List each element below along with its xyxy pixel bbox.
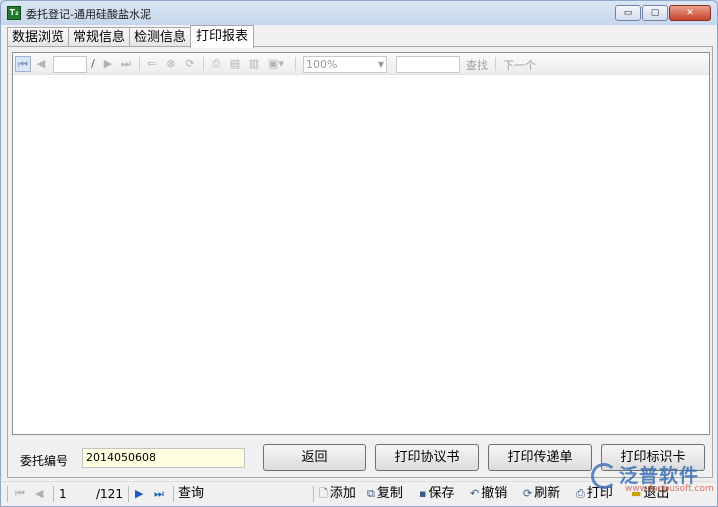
toolbar-divider [495, 57, 496, 71]
entrust-number-field[interactable]: 2014050608 [82, 448, 245, 468]
minimize-button[interactable]: ▭ [615, 5, 641, 21]
tab-data-browse[interactable]: 数据浏览 [7, 27, 70, 48]
close-button[interactable]: ✕ [669, 5, 711, 21]
status-divider [128, 486, 129, 502]
copy-icon: ⧉ [367, 487, 375, 500]
back-arrow-icon[interactable]: ⇐ [144, 56, 160, 72]
find-button[interactable]: 查找 [466, 57, 488, 73]
print-icon[interactable]: ⎙ [208, 56, 224, 72]
stop-icon[interactable]: ⊗ [163, 56, 179, 72]
status-prev-icon[interactable]: ◀ [35, 486, 43, 502]
tab-strip: 数据浏览 常规信息 检测信息 打印报表 [7, 25, 255, 48]
status-total-pages: /121 [96, 487, 123, 501]
print-label: 打印 [586, 486, 613, 501]
tab-print-report[interactable]: 打印报表 [190, 25, 255, 48]
zoom-value: 100% [306, 58, 338, 71]
print-icon: ⎙ [576, 487, 585, 500]
print-button[interactable]: ⎙ 打印 [576, 486, 613, 502]
add-icon: 🗋 [319, 487, 328, 500]
toolbar-divider [203, 57, 204, 71]
copy-label: 复制 [376, 486, 403, 501]
status-first-icon[interactable]: ⏮ [15, 486, 25, 502]
add-button[interactable]: 🗋 添加 [319, 486, 356, 502]
page-separator: / [91, 57, 95, 70]
status-divider [313, 486, 314, 502]
refresh-button[interactable]: ⟳ 刷新 [523, 486, 560, 502]
print-agreement-button[interactable]: 打印协议书 [375, 444, 479, 471]
save-label: 保存 [428, 486, 455, 501]
last-page-icon[interactable]: ⏭ [118, 56, 134, 72]
copy-button[interactable]: ⧉ 复制 [367, 486, 403, 502]
report-page-input[interactable] [53, 56, 87, 73]
window-title: 委托登记-通用硅酸盐水泥 [26, 8, 151, 21]
status-divider [173, 486, 174, 502]
query-button[interactable]: 查询 [178, 486, 204, 502]
save-button[interactable]: ▪ 保存 [419, 486, 454, 502]
print-id-card-button[interactable]: 打印标识卡 [601, 444, 705, 471]
page-setup-icon[interactable]: ▥ [246, 56, 262, 72]
app-logo-icon: T₂ [7, 6, 21, 20]
exit-label: 退出 [643, 486, 670, 501]
exit-button[interactable]: ▬ 退出 [631, 486, 669, 502]
title-bar[interactable]: T₂ 委托登记-通用硅酸盐水泥 ▭ ▢ ✕ [1, 1, 717, 25]
status-bar: ⏮ ◀ 1 /121 ▶ ⏭ 查询 🗋 添加 ⧉ 复制 ▪ 保存 ↶ 撤销 ⟳ 刷新 ⎙ 打… [2, 481, 716, 505]
first-page-icon[interactable]: ⏮ [15, 56, 31, 72]
save-icon: ▪ [419, 487, 427, 500]
find-next-button[interactable]: 下一个 [503, 57, 536, 73]
chevron-down-icon: ▼ [377, 60, 384, 69]
back-button[interactable]: 返回 [263, 444, 366, 471]
print-report-panel: ⏮ ◀ / ▶ ⏭ ⇐ ⊗ ⟳ ⎙ ▤ ▥ ▣▾ 100% ▼ 查找 下一个 委… [7, 46, 713, 478]
toolbar-divider [139, 57, 140, 71]
tab-general-info[interactable]: 常规信息 [68, 27, 131, 48]
refresh-icon: ⟳ [523, 487, 533, 500]
print-transfer-button[interactable]: 打印传递单 [488, 444, 592, 471]
prev-page-icon[interactable]: ◀ [34, 56, 48, 72]
status-next-icon[interactable]: ▶ [135, 486, 143, 502]
status-divider [53, 486, 54, 502]
report-toolbar: ⏮ ◀ / ▶ ⏭ ⇐ ⊗ ⟳ ⎙ ▤ ▥ ▣▾ 100% ▼ 查找 下一个 [13, 53, 709, 75]
toolbar-divider [295, 57, 296, 71]
undo-button[interactable]: ↶ 撤销 [470, 486, 507, 502]
status-divider [7, 486, 8, 502]
entrust-number-label: 委托编号 [20, 454, 69, 468]
add-label: 添加 [329, 486, 356, 501]
refresh-icon[interactable]: ⟳ [182, 56, 198, 72]
refresh-label: 刷新 [534, 486, 561, 501]
print-layout-icon[interactable]: ▤ [227, 56, 243, 72]
report-viewer[interactable]: ⏮ ◀ / ▶ ⏭ ⇐ ⊗ ⟳ ⎙ ▤ ▥ ▣▾ 100% ▼ 查找 下一个 [12, 52, 710, 435]
maximize-button[interactable]: ▢ [642, 5, 668, 21]
undo-icon: ↶ [470, 487, 480, 500]
window-controls: ▭ ▢ ✕ [615, 5, 711, 21]
status-last-icon[interactable]: ⏭ [154, 486, 164, 502]
zoom-select[interactable]: 100% ▼ [303, 56, 387, 73]
find-input[interactable] [396, 56, 460, 73]
next-page-icon[interactable]: ▶ [101, 56, 115, 72]
tab-test-info[interactable]: 检测信息 [129, 27, 192, 48]
undo-label: 撤销 [481, 486, 508, 501]
export-icon[interactable]: ▣▾ [265, 56, 287, 72]
app-window: T₂ 委托登记-通用硅酸盐水泥 ▭ ▢ ✕ 数据浏览 常规信息 检测信息 打印报… [0, 0, 718, 507]
exit-icon: ▬ [631, 487, 642, 500]
status-current-page[interactable]: 1 [59, 486, 67, 502]
